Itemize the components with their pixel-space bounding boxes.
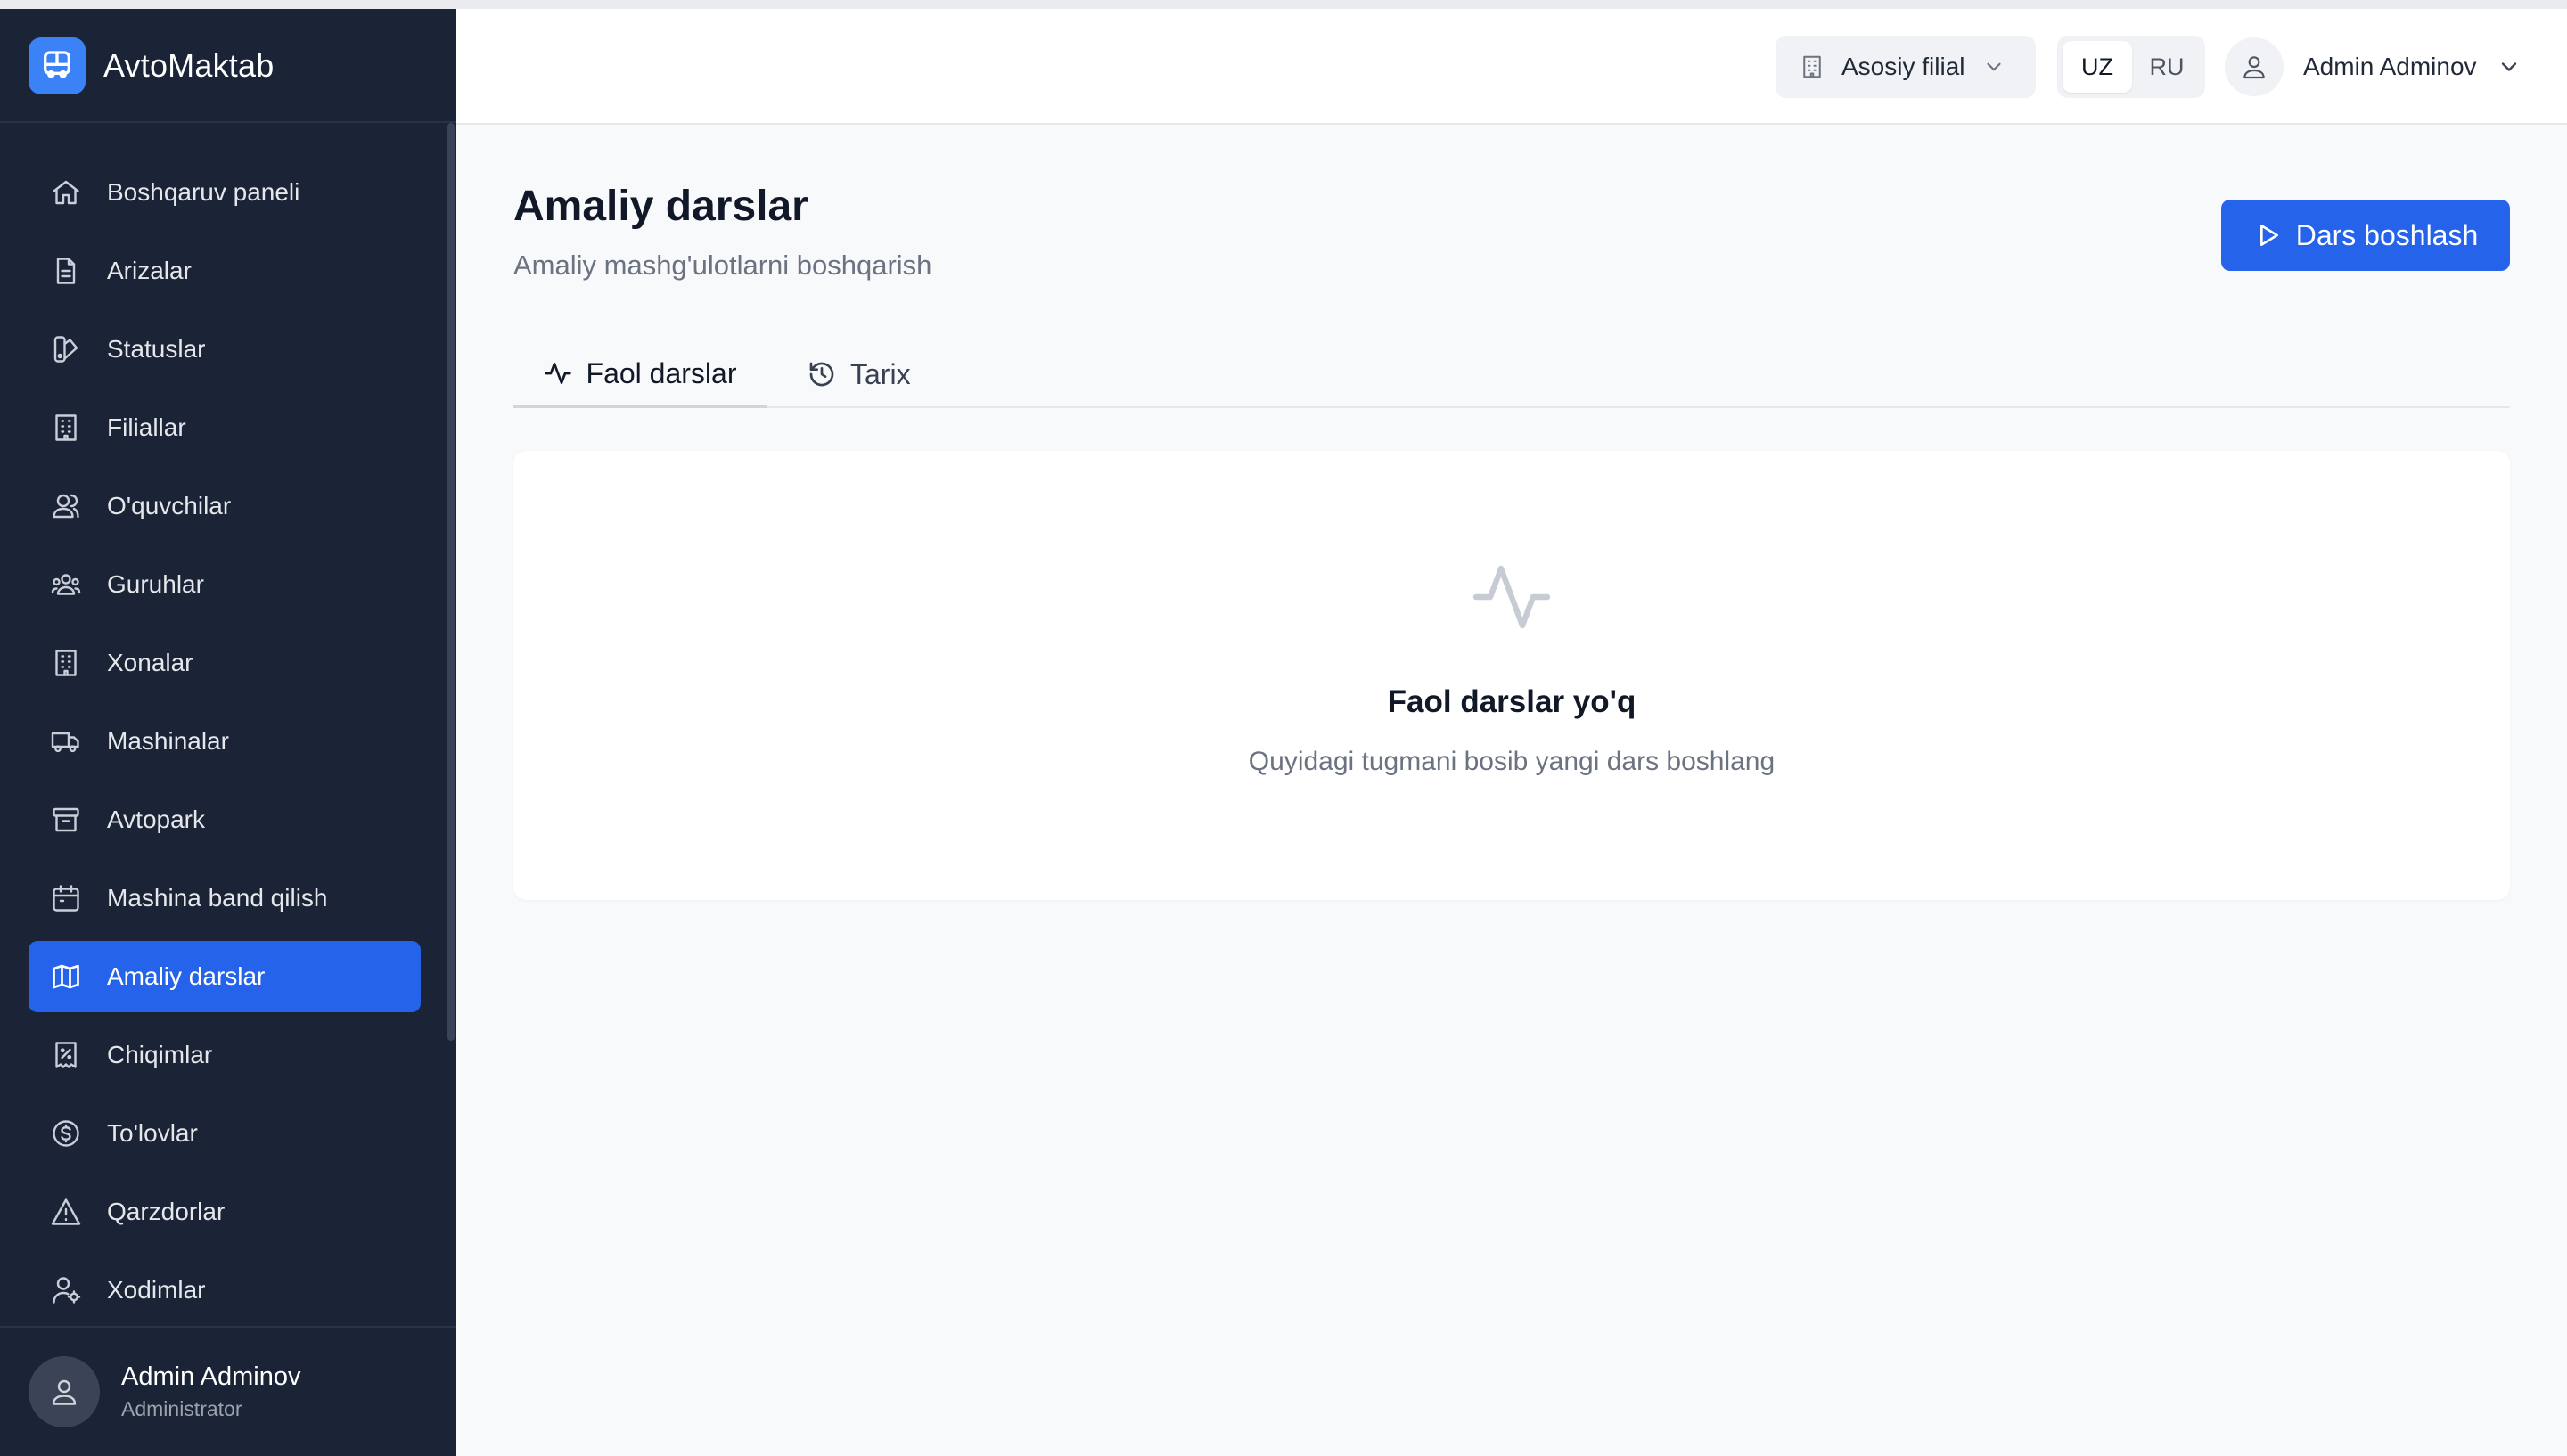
- sidebar-item-label: Xodimlar: [107, 1276, 206, 1304]
- sidebar-item-cars[interactable]: Mashinalar: [29, 706, 421, 777]
- sidebar-item-dashboard[interactable]: Boshqaruv paneli: [29, 157, 421, 228]
- user-icon: [52, 1379, 77, 1405]
- sidebar-item-staff[interactable]: Xodimlar: [29, 1255, 421, 1326]
- user-menu[interactable]: Admin Adminov: [2225, 36, 2522, 98]
- sidebar-user-name: Admin Adminov: [121, 1362, 301, 1391]
- tab-label: Faol darslar: [586, 356, 737, 389]
- sidebar-item-debtors[interactable]: Qarzdorlar: [29, 1176, 421, 1247]
- sidebar-item-car-booking[interactable]: Mashina band qilish: [29, 863, 421, 934]
- sidebar-item-label: Boshqaruv paneli: [107, 178, 300, 206]
- play-icon: [2253, 221, 2282, 249]
- page-subtitle: Amaliy mashg'ulotlarni boshqarish: [513, 249, 932, 281]
- sidebar-item-payments[interactable]: To'lovlar: [29, 1098, 421, 1169]
- branch-label: Asosiy filial: [1841, 53, 1965, 80]
- avatar: [29, 1356, 100, 1427]
- sidebar-item-label: O'quvchilar: [107, 492, 232, 519]
- home-icon: [48, 175, 84, 210]
- branch-selector[interactable]: Asosiy filial: [1776, 36, 2036, 98]
- bus-icon: [29, 37, 86, 94]
- sidebar-item-label: Statuslar: [107, 335, 206, 363]
- calendar-icon: [48, 880, 84, 916]
- sidebar-item-label: Filiallar: [107, 413, 186, 441]
- truck-icon: [48, 724, 84, 759]
- top-header: Asosiy filial UZ RU Admin Adminov: [456, 9, 2567, 125]
- app-name: AvtoMaktab: [103, 47, 275, 84]
- sidebar-item-practical-lessons[interactable]: Amaliy darslar: [29, 941, 421, 1012]
- sidebar-item-label: Xonalar: [107, 649, 193, 676]
- sidebar-item-expenses[interactable]: Chiqimlar: [29, 1019, 421, 1091]
- sidebar-item-rooms[interactable]: Xonalar: [29, 627, 421, 699]
- sidebar-item-branches[interactable]: Filiallar: [29, 392, 421, 463]
- brand[interactable]: AvtoMaktab: [29, 37, 274, 94]
- sidebar-item-applications[interactable]: Arizalar: [29, 235, 421, 307]
- sidebar: AvtoMaktab Boshqaruv paneli Arizalar Sta…: [0, 9, 456, 1456]
- sidebar-item-statuses[interactable]: Statuslar: [29, 314, 421, 385]
- sidebar-item-label: Mashina band qilish: [107, 884, 328, 912]
- activity-icon: [544, 359, 572, 388]
- sidebar-item-fleet[interactable]: Avtopark: [29, 784, 421, 855]
- swatch-icon: [48, 331, 84, 367]
- sidebar-item-label: To'lovlar: [107, 1119, 198, 1147]
- sidebar-divider: [0, 121, 456, 123]
- sidebar-item-label: Chiqimlar: [107, 1041, 213, 1068]
- empty-state-title: Faol darslar yo'q: [1387, 684, 1636, 719]
- start-lesson-button[interactable]: Dars boshlash: [2221, 200, 2510, 271]
- user-group-icon: [48, 567, 84, 602]
- sidebar-item-label: Qarzdorlar: [107, 1198, 226, 1225]
- user-icon: [2243, 56, 2265, 79]
- sidebar-item-label: Avtopark: [107, 806, 205, 833]
- document-icon: [48, 253, 84, 289]
- sidebar-scrollbar[interactable]: [447, 123, 455, 1041]
- sidebar-item-groups[interactable]: Guruhlar: [29, 549, 421, 620]
- map-icon: [48, 959, 84, 994]
- language-switcher: UZ RU: [2057, 36, 2205, 98]
- sidebar-footer-divider: [0, 1326, 456, 1328]
- sidebar-item-label: Mashinalar: [107, 727, 229, 755]
- user-cog-icon: [48, 1272, 84, 1308]
- lang-ru-button[interactable]: RU: [2132, 41, 2202, 93]
- sidebar-user-role: Administrator: [121, 1397, 242, 1420]
- page-title: Amaliy darslar: [513, 183, 808, 230]
- sidebar-user[interactable]: Admin Adminov Administrator: [29, 1356, 301, 1427]
- tab-label: Tarix: [850, 357, 911, 390]
- receipt-percent-icon: [48, 1037, 84, 1073]
- sidebar-nav: Boshqaruv paneli Arizalar Statuslar Fili…: [29, 157, 421, 1333]
- avatar: [2225, 37, 2284, 96]
- sidebar-item-label: Arizalar: [107, 257, 192, 284]
- tab-active-lessons[interactable]: Faol darslar: [513, 342, 767, 408]
- sidebar-item-students[interactable]: O'quvchilar: [29, 470, 421, 542]
- users-icon: [48, 488, 84, 524]
- building-icon: [1799, 53, 1825, 80]
- sidebar-item-label: Amaliy darslar: [107, 962, 266, 990]
- warning-icon: [48, 1194, 84, 1230]
- tabs: Faol darslar Tarix: [513, 342, 2510, 408]
- top-border: [0, 0, 2567, 9]
- archive-icon: [48, 802, 84, 838]
- activity-icon: [1469, 554, 1554, 640]
- empty-state-card: Faol darslar yo'q Quyidagi tugmani bosib…: [513, 451, 2510, 900]
- user-menu-name: Admin Adminov: [2303, 53, 2477, 80]
- start-lesson-label: Dars boshlash: [2295, 218, 2479, 251]
- chevron-down-icon: [2497, 54, 2522, 79]
- lang-uz-button[interactable]: UZ: [2063, 41, 2132, 93]
- tab-history[interactable]: Tarix: [808, 342, 911, 406]
- dollar-circle-icon: [48, 1116, 84, 1151]
- sidebar-item-label: Guruhlar: [107, 570, 204, 598]
- building-icon: [48, 410, 84, 446]
- building-icon: [48, 645, 84, 681]
- empty-state-subtitle: Quyidagi tugmani bosib yangi dars boshla…: [1248, 747, 1776, 776]
- history-icon: [808, 360, 836, 389]
- chevron-down-icon: [1982, 55, 2005, 78]
